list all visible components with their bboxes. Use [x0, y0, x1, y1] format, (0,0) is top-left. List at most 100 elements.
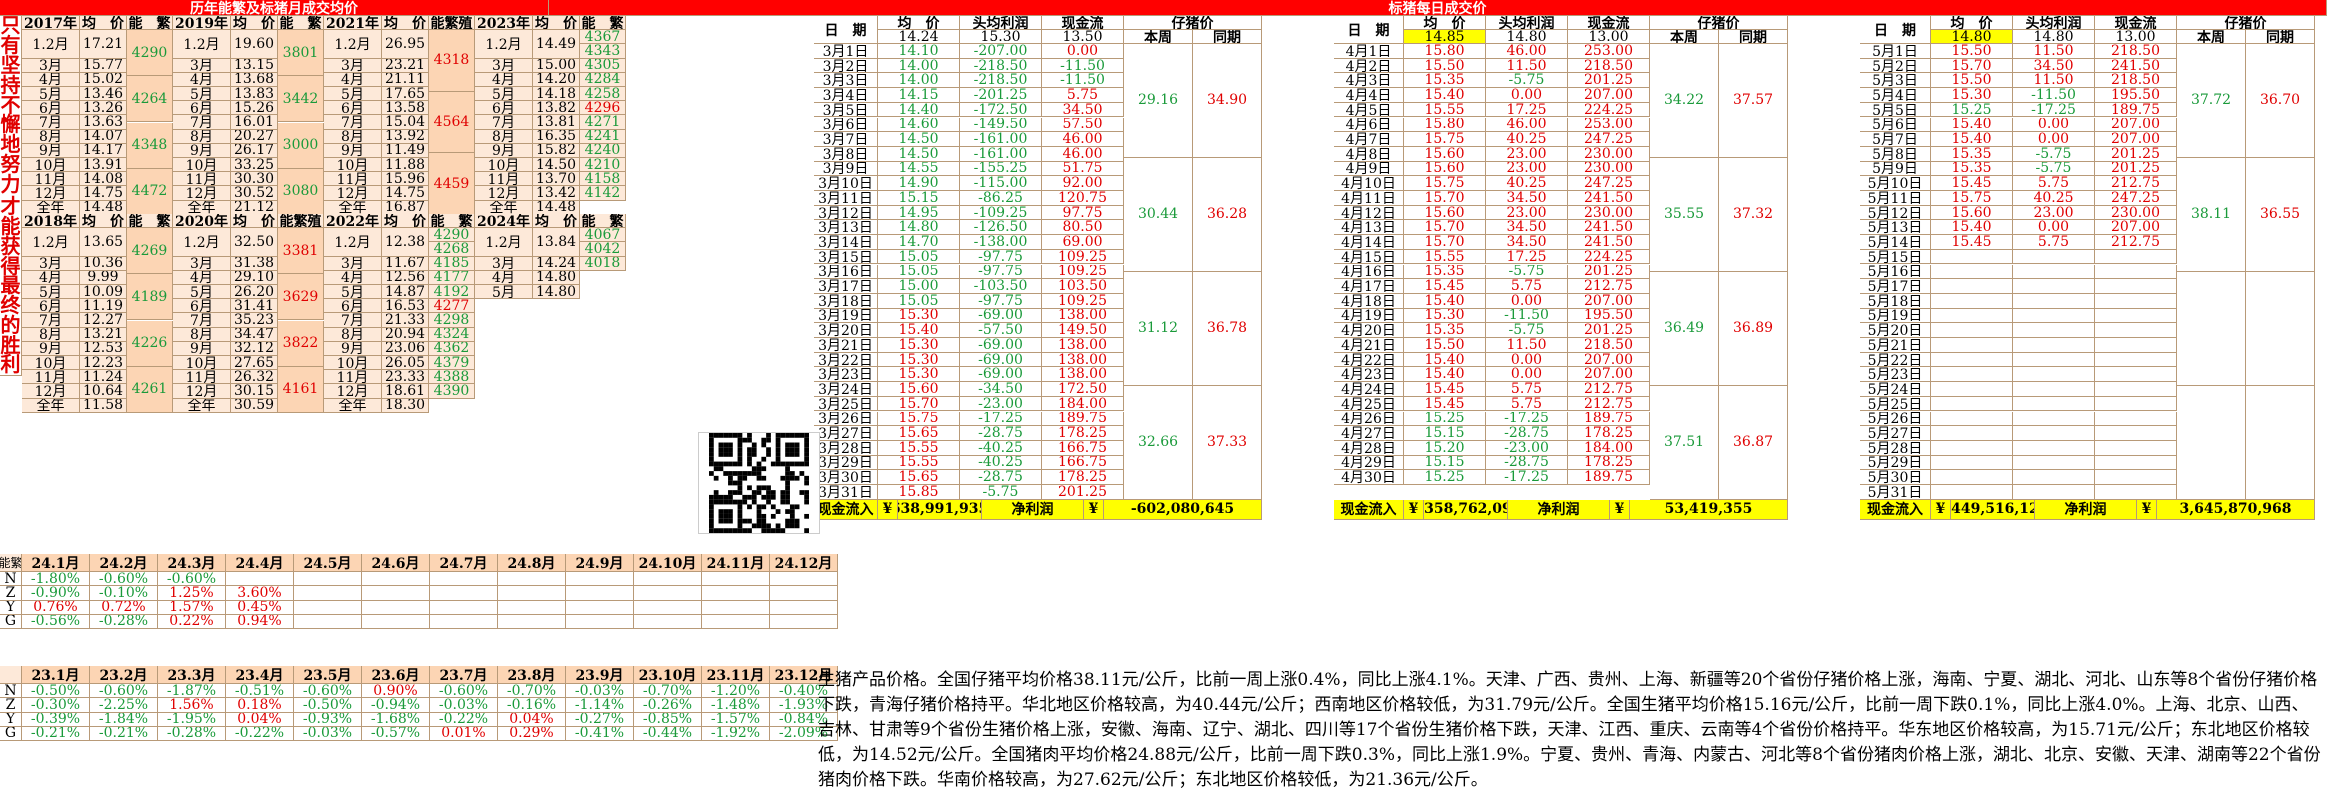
change-month: 24.2月	[90, 554, 158, 573]
day-profit	[2013, 396, 2095, 412]
day-cash: 218.50	[1568, 338, 1650, 353]
energy-header: 能繁殖	[278, 214, 324, 229]
energy-value: 4067	[580, 228, 626, 243]
day-cash: 178.25	[1042, 470, 1124, 485]
day-price: 15.50	[1404, 338, 1486, 353]
slogan-char: 坚	[0, 52, 21, 77]
day-cash: 195.50	[2095, 88, 2177, 103]
month-label: 1.2月	[22, 30, 80, 59]
day-label: 4月1日	[1334, 44, 1404, 59]
month-label: 9月	[324, 143, 382, 158]
day-profit	[2013, 249, 2095, 265]
day-profit: -126.50	[960, 220, 1042, 236]
day-cash: 218.50	[2095, 73, 2177, 89]
day-profit: 0.00	[1486, 293, 1568, 309]
month-label: 8月	[324, 327, 382, 342]
day-profit: 23.00	[1486, 146, 1568, 162]
day-profit: -17.25	[2013, 102, 2095, 118]
day-profit: 5.75	[2013, 235, 2095, 250]
energy-empty	[127, 398, 173, 413]
avg-price: 11.24	[80, 370, 127, 385]
change-value: -0.10%	[90, 586, 158, 601]
day-profit: -28.75	[1486, 455, 1568, 471]
day-profit: -17.25	[960, 411, 1042, 427]
avg-price: 14.50	[533, 158, 580, 173]
day-profit: 5.75	[2013, 176, 2095, 191]
change-value	[498, 572, 566, 587]
change-value: 0.94%	[226, 614, 294, 629]
avg-price: 13.92	[382, 129, 429, 144]
day-label: 4月12日	[1334, 205, 1404, 221]
change-month: 24.6月	[362, 554, 430, 573]
avg-price: 33.25	[231, 158, 278, 173]
cash-header: 现金流	[2095, 16, 2177, 30]
top-cash: 13.00	[1568, 30, 1650, 44]
day-label: 5月10日	[1860, 176, 1931, 191]
day-label: 4月4日	[1334, 88, 1404, 103]
cash-header: 现金流	[1568, 16, 1650, 30]
day-price: 15.35	[1404, 73, 1486, 89]
profit-header: 头均利润	[2013, 16, 2095, 30]
day-label: 5月20日	[1860, 323, 1931, 338]
day-price: 14.55	[878, 161, 960, 177]
energy-value: 4367	[580, 30, 626, 45]
day-profit: 23.00	[2013, 205, 2095, 221]
change-value	[770, 614, 838, 629]
day-cash: 80.50	[1042, 220, 1124, 236]
day-profit: -155.25	[960, 161, 1042, 177]
avg-price: 14.08	[80, 172, 127, 187]
month-label: 3月	[475, 58, 533, 73]
change-month: 24.3月	[158, 554, 226, 573]
day-cash: 51.75	[1042, 161, 1124, 177]
day-price: 15.45	[1931, 176, 2013, 191]
avg-price: 26.32	[231, 370, 278, 385]
day-cash: 172.50	[1042, 382, 1124, 397]
change-month: 23.11月	[702, 666, 770, 685]
piglet-week: 38.11	[2177, 157, 2246, 272]
day-price	[1931, 264, 2013, 280]
avg-price: 13.83	[231, 87, 278, 102]
day-cash: 207.00	[1568, 352, 1650, 368]
day-cash: 189.75	[1568, 470, 1650, 485]
full-year-label: 全年	[22, 200, 80, 215]
month-label: 4月	[475, 72, 533, 87]
day-label: 5月25日	[1860, 396, 1931, 412]
day-label: 3月25日	[814, 396, 878, 412]
day-profit: -218.50	[960, 58, 1042, 74]
month-label: 6月	[173, 299, 231, 314]
day-price: 15.05	[878, 249, 960, 265]
change-value: -0.41%	[566, 726, 634, 741]
energy-value: 4343	[580, 44, 626, 59]
piglet-week-header: 本周	[2177, 30, 2246, 44]
energy-value: 4185	[429, 256, 475, 271]
energy-value: 4305	[580, 58, 626, 73]
energy-value: 4142	[580, 186, 626, 201]
day-cash: 46.00	[1042, 146, 1124, 162]
change-value: -0.27%	[566, 712, 634, 727]
day-label: 3月30日	[814, 470, 878, 485]
day-label: 4月2日	[1334, 58, 1404, 74]
top-cash: 13.00	[2095, 30, 2177, 44]
day-cash	[2095, 470, 2177, 485]
change-value: 0.18%	[226, 698, 294, 713]
energy-header: 能 繁	[127, 214, 173, 229]
month-label: 12月	[324, 186, 382, 201]
change-month: 24.9月	[566, 554, 634, 573]
month-label: 5月	[324, 285, 382, 300]
month-label: 11月	[22, 172, 80, 187]
month-label: 1.2月	[475, 30, 533, 59]
energy-value: 4388	[429, 370, 475, 385]
day-cash	[2095, 323, 2177, 338]
month-label: 10月	[324, 356, 382, 371]
avg-price: 13.15	[231, 58, 278, 73]
change-month: 24.11月	[702, 554, 770, 573]
day-profit: 34.50	[2013, 58, 2095, 74]
day-cash: 241.50	[1568, 235, 1650, 250]
day-profit: -97.75	[960, 249, 1042, 265]
month-label: 4月	[22, 270, 80, 285]
month-label: 4月	[324, 270, 382, 285]
change-month: 23.5月	[294, 666, 362, 685]
avg-price: 14.80	[533, 285, 580, 300]
day-profit	[2013, 485, 2095, 500]
day-label: 3月11日	[814, 191, 878, 206]
